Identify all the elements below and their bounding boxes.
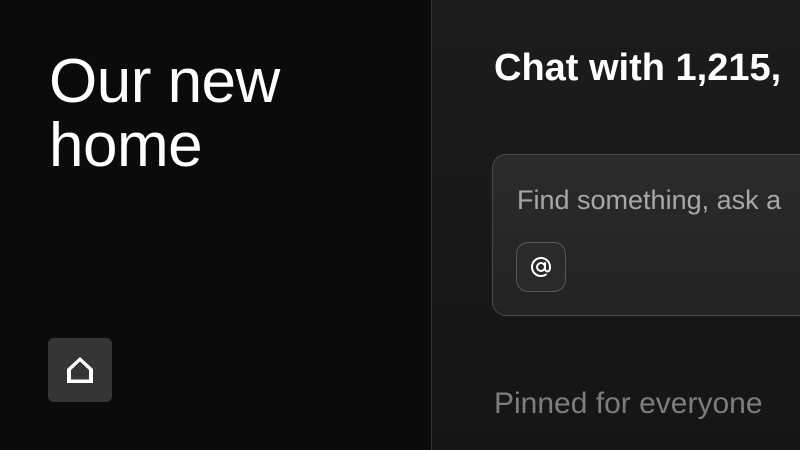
home-icon <box>67 357 93 383</box>
at-sign-icon <box>530 256 552 278</box>
right-panel: Chat with 1,215, Pinned for everyone <box>432 0 800 450</box>
mention-button[interactable] <box>516 242 566 292</box>
hero-title: Our new home <box>49 47 280 180</box>
app-window: Our new home Chat with 1,215, Pinned for… <box>0 0 800 450</box>
left-panel: Our new home <box>0 0 431 450</box>
chat-title: Chat with 1,215, <box>494 47 782 89</box>
home-button[interactable] <box>48 338 112 402</box>
search-box[interactable] <box>492 154 800 316</box>
search-input[interactable] <box>517 185 800 216</box>
pinned-heading: Pinned for everyone <box>494 387 763 420</box>
